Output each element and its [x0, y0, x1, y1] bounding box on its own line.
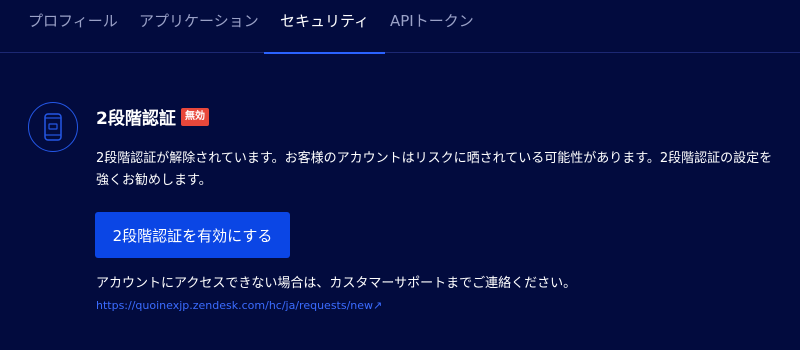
- support-text: アカウントにアクセスできない場合は、カスタマーサポートまでご連絡ください。: [96, 276, 577, 291]
- tab-applications[interactable]: アプリケーション: [139, 0, 259, 53]
- tab-profile[interactable]: プロフィール: [28, 0, 118, 53]
- tab-api-tokens[interactable]: APIトークン: [390, 0, 474, 53]
- settings-tabs: プロフィール アプリケーション セキュリティ APIトークン: [0, 0, 800, 54]
- support-link[interactable]: https://quoinexjp.zendesk.com/hc/ja/requ…: [96, 299, 382, 312]
- status-badge: 無効: [181, 108, 209, 126]
- mobile-device-icon: [28, 102, 78, 152]
- two-factor-description: 2段階認証が解除されています。お客様のアカウントはリスクに晒されている可能性があ…: [96, 151, 773, 188]
- mobile-device-icon-svg: [44, 113, 62, 141]
- enable-two-factor-button[interactable]: 2段階認証を有効にする: [95, 212, 290, 258]
- security-settings-page: プロフィール アプリケーション セキュリティ APIトークン 2段階認証 無効 …: [0, 0, 800, 350]
- two-factor-title: 2段階認証: [96, 109, 176, 129]
- tab-security[interactable]: セキュリティ: [263, 0, 386, 54]
